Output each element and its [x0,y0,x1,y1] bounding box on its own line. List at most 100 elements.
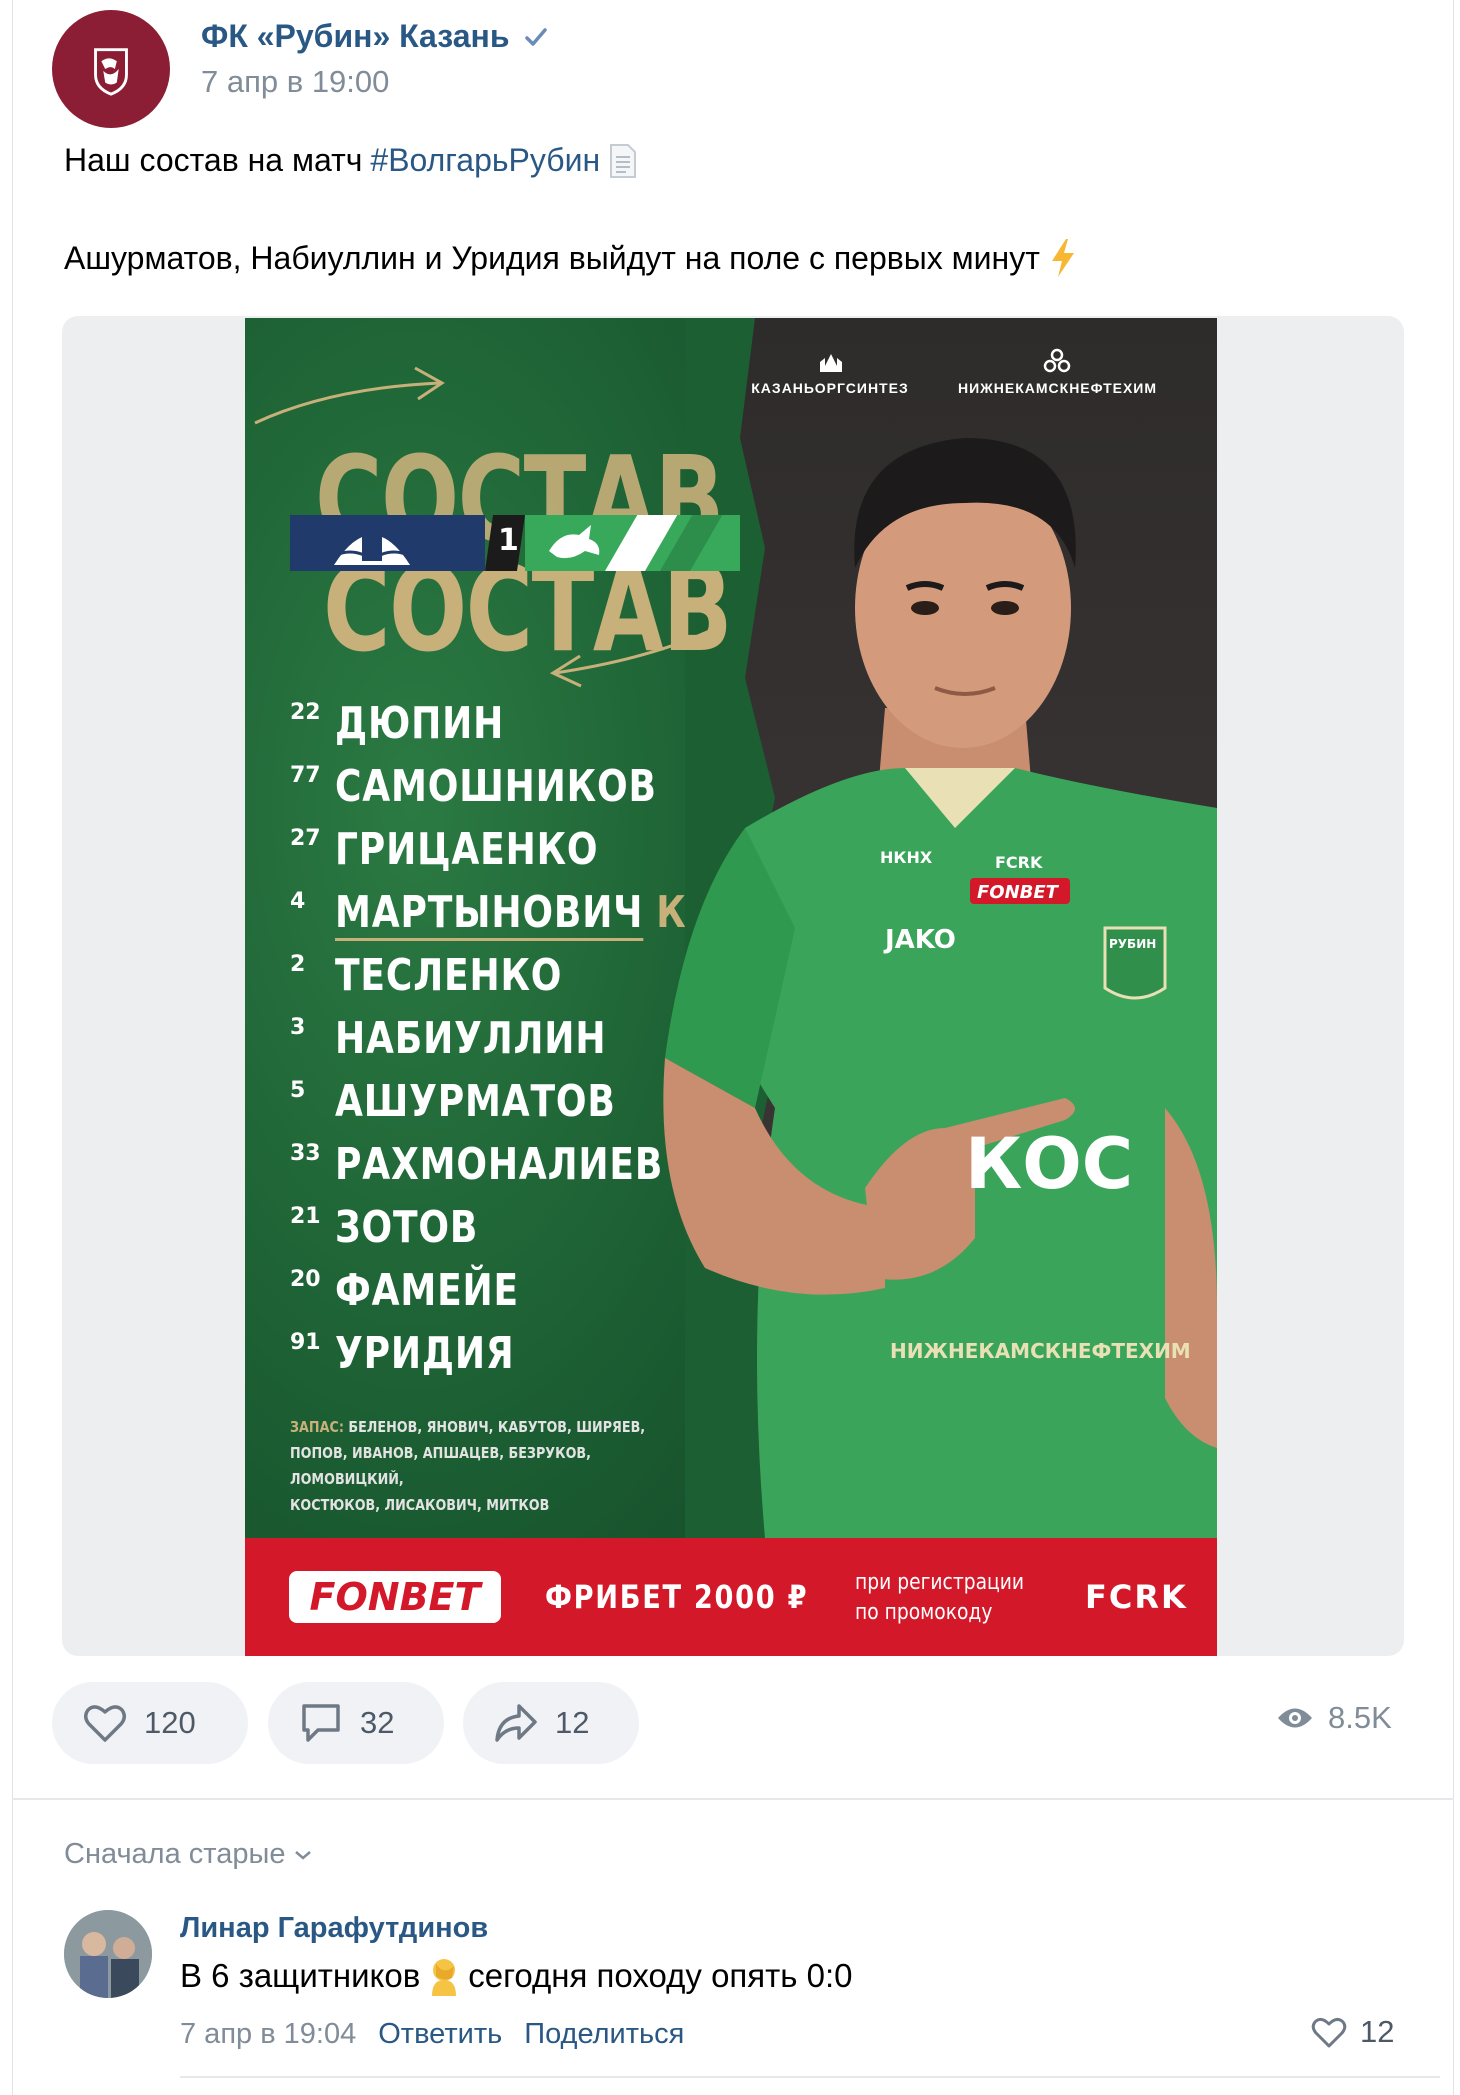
hashtag-link[interactable]: #ВолгарьРубин [370,142,600,179]
view-counter: 8.5K [1276,1700,1392,1736]
freebet-text: ФРИБЕТ 2000 ₽ [545,1578,809,1616]
jersey-fcrk: FCRK [995,853,1043,872]
share-link[interactable]: Поделиться [524,2018,684,2051]
avatar-photo [64,1910,152,1998]
fonbet-banner[interactable]: FONBET ФРИБЕТ 2000 ₽ при регистрации по … [245,1538,1217,1656]
player-photo: JAKO FCRK FONBET НКНХ РУБИН КОС НИЖНЕКАМ… [663,438,1217,1538]
post-text-line2: Ашурматов, Набиуллин и Уридия выйдут на … [64,238,1076,278]
player-number: 21 [290,1204,321,1229]
lineup-player: 3 НАБИУЛЛИН [290,1013,666,1064]
share-count: 12 [555,1705,590,1740]
jersey-fonbet: FONBET [977,882,1060,903]
arrow-top-icon [254,366,445,425]
club-logo-icon [94,48,128,96]
document-emoji-icon [610,143,637,178]
comment-icon [302,1704,340,1742]
player-name: ЗОТОВ [335,1202,479,1253]
volgar-badge [290,515,485,571]
facepalm-emoji-icon [432,1959,457,1996]
kazanorgsintez-logo-icon [820,354,842,372]
share-icon [495,1704,537,1742]
comment-divider [180,2076,1440,2078]
comment-meta: 7 апр в 19:04 Ответить Поделиться [180,2018,684,2051]
player-number: 20 [290,1267,321,1292]
comment-button[interactable]: 32 [268,1682,444,1764]
comment-sort-dropdown[interactable]: Сначала старые [64,1838,313,1871]
lineup-player: 21 ЗОТОВ [290,1202,510,1253]
post-text: Наш состав на матч [64,142,363,178]
promo-code: FCRK [1085,1578,1188,1616]
player-number: 3 [290,1015,306,1040]
like-count: 120 [144,1705,196,1740]
jersey-lower-sponsor: НИЖНЕКАМСКНЕФТЕХИМ [890,1339,1191,1363]
post-author[interactable]: ФК «Рубин» Казань [201,18,550,55]
promo-text: при регистрации по промокоду [855,1568,1024,1628]
heart-icon [1311,2017,1347,2048]
sort-label: Сначала старые [64,1838,286,1870]
post-date[interactable]: 7 апр в 19:00 [201,64,389,100]
heart-icon [84,1705,126,1742]
like-button[interactable]: 120 [52,1682,248,1764]
chevron-down-icon [295,1850,312,1860]
player-number: 77 [290,763,321,788]
comment-like-count: 12 [1360,2014,1395,2049]
promo-line: при регистрации [855,1570,1025,1595]
verified-icon [524,27,547,46]
player-number: 33 [290,1141,321,1166]
rubin-dragon-icon [549,525,600,559]
jersey-nknh: НКНХ [880,848,933,867]
comment-text: В 6 защитников сегодня походу опять 0:0 [180,1956,853,1996]
player-name: РАХМОНАЛИЕВ [335,1139,664,1190]
player-number: 22 [290,700,321,725]
match-number: 1 [498,523,519,558]
player-name: НАБИУЛЛИН [335,1013,607,1064]
post-text-line1: Наш состав на матч #ВолгарьРубин [64,142,638,179]
comment-date[interactable]: 7 апр в 19:04 [180,2018,356,2051]
comment-avatar[interactable] [64,1910,152,1998]
comment-like-button[interactable]: 12 [1310,2014,1394,2050]
player-number: 91 [290,1330,321,1355]
subs-text: ПОПОВ, ИВАНОВ, АПШАЦЕВ, БЕЗРУКОВ, ЛОМОВИ… [290,1444,591,1488]
club-avatar[interactable] [52,10,170,128]
view-count: 8.5K [1328,1700,1392,1735]
player-name-wrap: МАРТЫНОВИЧ К [335,887,687,941]
player-name: САМОШНИКОВ [335,761,657,812]
jersey-sponsor: КОС [965,1123,1133,1205]
subs-line: ЗАПАС: БЕЛЕНОВ, ЯНОВИЧ, КАБУТОВ, ШИРЯЕВ, [290,1414,656,1440]
player-name: ДЮПИН [335,698,505,749]
player-name: МАРТЫНОВИЧ [335,887,644,941]
sponsor-kazanorgsintez: КАЗАНЬОРГСИНТЕЗ [751,380,909,396]
player-number: 27 [290,826,321,851]
promo-line: по промокоду [855,1600,993,1625]
match-number-badge: 1 [485,515,525,571]
volgar-logo-icon [334,523,410,565]
player-number: 2 [290,952,306,977]
eye-icon [1278,1708,1312,1728]
lineup-player: 91 УРИДИЯ [290,1328,554,1379]
subs-text: БЕЛЕНОВ, ЯНОВИЧ, КАБУТОВ, ШИРЯЕВ, [348,1418,646,1436]
author-name[interactable]: ФК «Рубин» Казань [201,18,510,55]
player-number: 4 [290,889,306,914]
subs-text: КОСТЮКОВ, ЛИСАКОВИЧ, МИТКОВ [290,1496,550,1514]
comment-text-part: В 6 защитников [180,1957,421,1994]
substitutes: ЗАПАС: БЕЛЕНОВ, ЯНОВИЧ, КАБУТОВ, ШИРЯЕВ,… [290,1414,656,1518]
comment-author[interactable]: Линар Гарафутдинов [180,1912,488,1945]
lineup-player: 22 ДЮПИН [290,698,541,749]
comment-text-part: сегодня походу опять 0:0 [468,1957,853,1994]
lineup-player: 5 АШУРМАТОВ [290,1076,677,1127]
nknh-logo-icon [1043,348,1071,373]
reply-link[interactable]: Ответить [378,2018,502,2051]
lineup-player: 27 ГРИЦАЕНКО [290,824,656,875]
lightning-emoji-icon [1051,239,1074,277]
player-name: ТЕСЛЕНКО [335,950,563,1001]
player-name: АШУРМАТОВ [335,1076,616,1127]
lineup-player: 20 ФАМЕЙЕ [290,1265,559,1316]
lineup-player: 2 ТЕСЛЕНКО [290,950,612,1001]
player-name: ГРИЦАЕНКО [335,824,599,875]
post-text: Ашурматов, Набиуллин и Уридия выйдут на … [64,239,1040,276]
subs-label: ЗАПАС: [290,1418,344,1436]
lineup-poster[interactable]: КАЗАНЬОРГСИНТЕЗ НИЖНЕКАМСКНЕФТЕХИМ СОСТА… [245,318,1217,1656]
section-divider [12,1798,1454,1800]
share-button[interactable]: 12 [463,1682,639,1764]
player-number: 5 [290,1078,306,1103]
